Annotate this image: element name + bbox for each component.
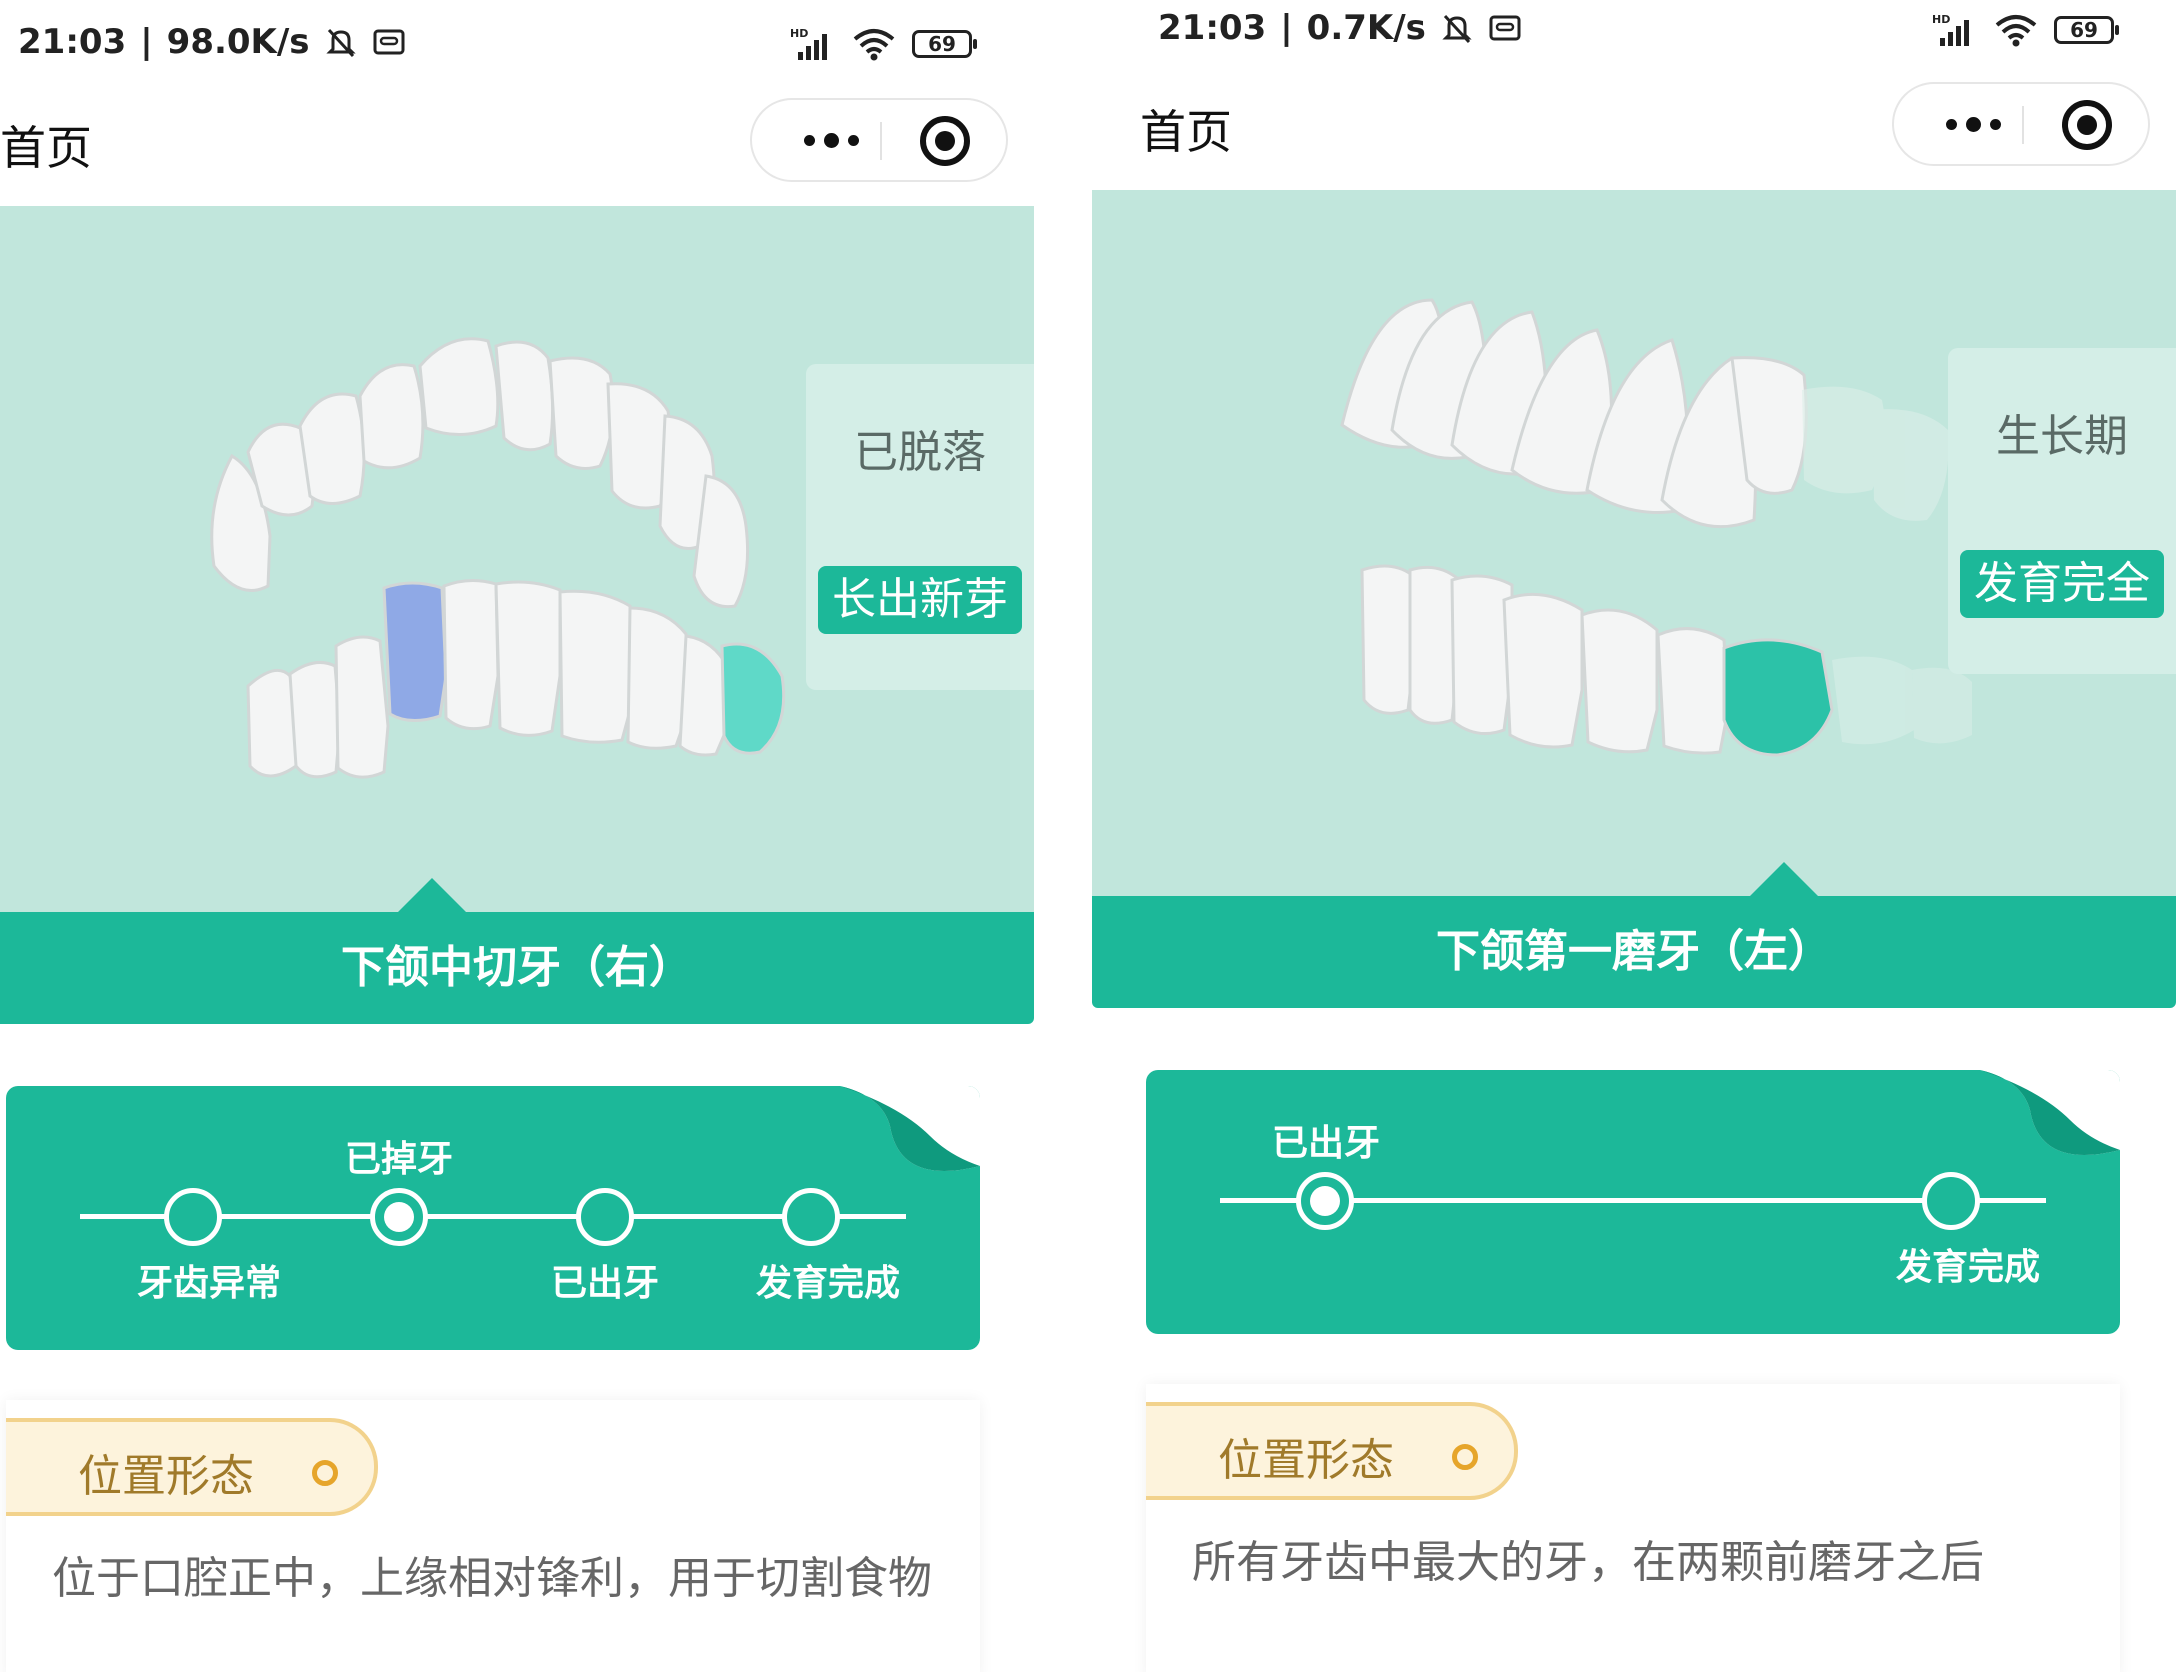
info-card: 位置形态 位于口腔正中，上缘相对锋利，用于切割食物 xyxy=(6,1400,980,1672)
signal-icon: HD xyxy=(1932,13,1969,46)
state-badge-button[interactable]: 发育完全 xyxy=(1960,550,2164,618)
page-title: 首页 xyxy=(0,121,92,175)
state-label: 生长期 xyxy=(1996,411,2128,462)
highlighted-molar xyxy=(1722,638,1834,757)
signal-icon: HD xyxy=(790,27,827,60)
svg-text:HD: HD xyxy=(790,27,808,40)
capsule-divider xyxy=(880,122,882,160)
tooth-name-bar: 下颌中切牙（右） xyxy=(0,912,1034,1024)
status-left: 21:03 | 0.7K/s xyxy=(1158,8,1522,48)
timeline-node-erupted[interactable] xyxy=(576,1188,634,1246)
status-right: HD 69 xyxy=(790,26,977,62)
status-right: HD 69 xyxy=(1932,12,2119,48)
highlighted-tooth xyxy=(382,581,448,722)
status-separator: | xyxy=(1280,8,1293,48)
state-badge-button[interactable]: 长出新芽 xyxy=(818,566,1022,634)
capsule-divider xyxy=(2022,106,2024,144)
timeline-node-complete[interactable] xyxy=(782,1188,840,1246)
state-card: 已脱落 长出新芽 xyxy=(806,364,1034,690)
target-circle-icon[interactable] xyxy=(920,116,970,166)
development-timeline: 已掉牙 牙齿异常 已出牙 发育完成 xyxy=(6,1086,980,1350)
name-bar-pointer xyxy=(398,878,466,912)
status-time: 21:03 xyxy=(1158,8,1267,48)
battery-icon: 69 xyxy=(912,30,977,58)
target-circle-icon[interactable] xyxy=(2062,100,2112,150)
page-curl-decoration xyxy=(840,1086,980,1171)
timeline-label: 已出牙 xyxy=(550,1263,660,1304)
more-dots-icon[interactable] xyxy=(1928,84,2018,164)
info-tag: 位置形态 xyxy=(1146,1402,1518,1500)
timeline-current-label: 已出牙 xyxy=(1271,1123,1381,1164)
status-time: 21:03 xyxy=(18,22,127,62)
page-title: 首页 xyxy=(1140,105,1232,159)
info-description: 位于口腔正中，上缘相对锋利，用于切割食物 xyxy=(52,1553,932,1604)
tooth-name-bar: 下颌第一磨牙（左） xyxy=(1092,896,2176,1008)
name-bar-pointer xyxy=(1750,862,1818,896)
status-left: 21:03 | 98.0K/s xyxy=(18,22,406,62)
mute-bell-icon xyxy=(1442,14,1472,44)
mute-bell-icon xyxy=(325,28,356,58)
status-speed: 0.7K/s xyxy=(1306,8,1426,48)
info-tag-label: 位置形态 xyxy=(1218,1435,1394,1486)
development-timeline: 已出牙 发育完成 xyxy=(1146,1070,2120,1334)
tag-ring-icon xyxy=(1452,1444,1478,1470)
wifi-icon xyxy=(1995,15,2037,47)
timeline-node-abnormal[interactable] xyxy=(164,1188,222,1246)
more-dots-icon[interactable] xyxy=(786,100,876,180)
screen-left: 21:03 | 98.0K/s HD 69 首页 已脱落 长出新芽 下颌中切牙（… xyxy=(0,0,1040,1672)
mini-program-capsule xyxy=(750,98,1008,182)
timeline-label: 牙齿异常 xyxy=(136,1263,282,1304)
molar-tooth xyxy=(720,642,786,755)
status-separator: | xyxy=(140,22,153,62)
screen-record-icon xyxy=(1489,15,1521,41)
info-card: 位置形态 所有牙齿中最大的牙，在两颗前磨牙之后 xyxy=(1146,1384,2120,1672)
screen-right: 21:03 | 0.7K/s HD 69 首页 生长期 发育完全 下颌第一磨牙（… xyxy=(1092,0,2176,1672)
status-bar: 21:03 | 98.0K/s HD 69 xyxy=(0,0,1040,90)
status-bar: 21:03 | 0.7K/s HD 69 xyxy=(1092,0,2176,90)
timeline-node-current[interactable] xyxy=(370,1188,428,1246)
wifi-icon xyxy=(853,29,895,61)
info-tag-label: 位置形态 xyxy=(78,1451,254,1502)
tag-ring-icon xyxy=(312,1460,338,1486)
mini-program-capsule xyxy=(1892,82,2150,166)
timeline-label: 发育完成 xyxy=(1895,1247,2041,1288)
info-tag: 位置形态 xyxy=(6,1418,378,1516)
svg-text:HD: HD xyxy=(1932,13,1950,26)
screen-record-icon xyxy=(373,29,405,55)
info-description: 所有牙齿中最大的牙，在两颗前磨牙之后 xyxy=(1192,1537,1984,1588)
state-card: 生长期 发育完全 xyxy=(1948,348,2176,674)
timeline-node-current[interactable] xyxy=(1296,1172,1354,1230)
status-speed: 98.0K/s xyxy=(166,22,310,62)
state-label: 已脱落 xyxy=(854,427,986,478)
battery-icon: 69 xyxy=(2054,16,2119,44)
timeline-label: 发育完成 xyxy=(755,1263,901,1304)
page-curl-decoration xyxy=(1980,1070,2120,1155)
timeline-node-complete[interactable] xyxy=(1922,1172,1980,1230)
timeline-current-label: 已掉牙 xyxy=(344,1139,454,1180)
